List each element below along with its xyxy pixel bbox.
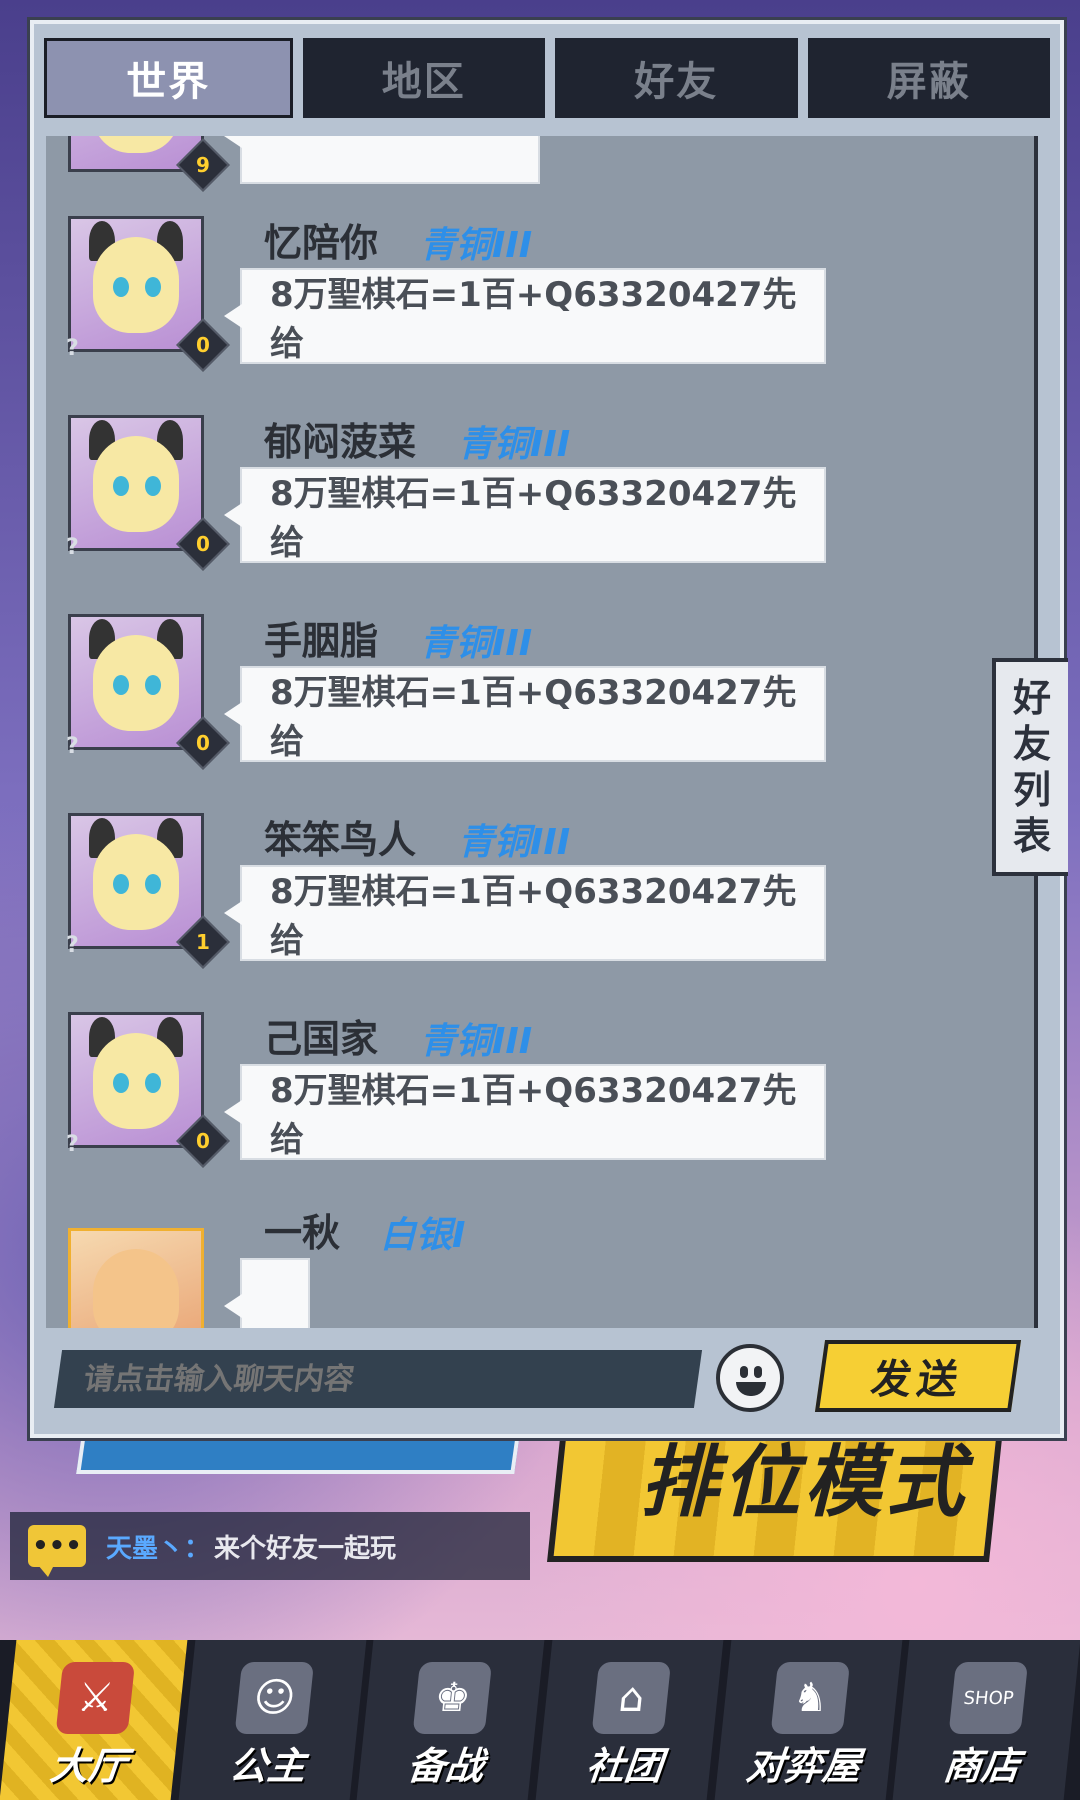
club-house-icon: ⌂ bbox=[591, 1662, 672, 1734]
world-broadcast[interactable]: ••• 天墨丶： 来个好友一起玩 bbox=[10, 1512, 530, 1580]
sender-rank: 青铜III bbox=[420, 623, 533, 664]
nav-prepare[interactable]: ♚ 备战 bbox=[356, 1640, 545, 1800]
broadcast-message: 来个好友一起玩 bbox=[214, 1533, 397, 1564]
princess-icon: ☺ bbox=[234, 1662, 315, 1734]
chat-message: ? 1 笨笨鸟人 青铜III 8万聖棋石=1百+Q63320427先给 bbox=[46, 813, 1034, 993]
sender-rank: 青铜III bbox=[458, 424, 571, 465]
chat-message-list[interactable]: 9 ? 0 忆陪你 青铜III 8万聖棋石=1百+Q63320427先给 ? 0… bbox=[46, 136, 1038, 1328]
nav-match-room[interactable]: ♞ 对弈屋 bbox=[714, 1640, 902, 1800]
nav-club[interactable]: ⌂ 社团 bbox=[535, 1640, 724, 1800]
chat-panel: 世界 地区 好友 屏蔽 9 ? 0 忆陪你 青铜III 8万聖棋石=1百+Q63… bbox=[30, 20, 1068, 1438]
question-mark-icon: ? bbox=[66, 1132, 79, 1157]
sender-name: 手胭脂 bbox=[264, 619, 379, 663]
chat-message: ? 0 忆陪你 青铜III 8万聖棋石=1百+Q63320427先给 bbox=[46, 216, 1034, 396]
sender-name: 郁闷菠菜 bbox=[264, 420, 417, 464]
nav-label: 对弈屋 bbox=[743, 1744, 863, 1788]
sender-name: 笨笨鸟人 bbox=[264, 818, 417, 862]
chat-input[interactable] bbox=[53, 1350, 703, 1408]
message-bubble: 8万聖棋石=1百+Q63320427先给 bbox=[224, 467, 826, 563]
tab-friends[interactable]: 好友 bbox=[555, 38, 798, 118]
send-button[interactable]: 发送 bbox=[814, 1340, 1022, 1412]
sender-rank: 白银I bbox=[380, 1215, 466, 1256]
nav-princess[interactable]: ☺ 公主 bbox=[178, 1640, 366, 1800]
question-mark-icon: ? bbox=[66, 734, 79, 759]
nav-shop[interactable]: SHOP 商店 bbox=[892, 1640, 1080, 1800]
sender-name: 一秋 bbox=[264, 1211, 341, 1255]
friend-list-label-2: 友 bbox=[1012, 722, 1051, 766]
nav-label: 大厅 bbox=[48, 1744, 129, 1788]
nav-lobby[interactable]: ⚔ 大厅 bbox=[0, 1640, 188, 1800]
sender-name: 己国家 bbox=[264, 1017, 379, 1061]
question-mark-icon: ? bbox=[66, 535, 79, 560]
chat-message: ? 0 己国家 青铜III 8万聖棋石=1百+Q63320427先给 bbox=[46, 1012, 1034, 1192]
sender-rank: 青铜III bbox=[420, 1021, 533, 1062]
friend-list-label-1: 好 bbox=[1012, 676, 1051, 720]
nav-label: 社团 bbox=[584, 1744, 665, 1788]
chat-message: 一秋 白银I bbox=[46, 1211, 1034, 1328]
message-bubble: 8万聖棋石=1百+Q63320427先给 bbox=[224, 666, 826, 762]
nav-label: 公主 bbox=[226, 1744, 308, 1788]
nav-label: 商店 bbox=[941, 1744, 1023, 1788]
avatar[interactable] bbox=[68, 1012, 204, 1148]
message-bubble: 8万聖棋石=1百+Q63320427先给 bbox=[224, 865, 826, 961]
friend-list-tab[interactable]: 好 友 列 表 bbox=[992, 658, 1068, 876]
question-mark-icon: ? bbox=[66, 933, 79, 958]
avatar[interactable] bbox=[68, 813, 204, 949]
tab-world[interactable]: 世界 bbox=[44, 38, 293, 118]
avatar[interactable] bbox=[68, 1228, 204, 1328]
friend-list-label-3: 列 bbox=[1012, 768, 1051, 812]
chat-message: ? 0 手胭脂 青铜III 8万聖棋石=1百+Q63320427先给 bbox=[46, 614, 1034, 794]
chat-message: ? 0 郁闷菠菜 青铜III 8万聖棋石=1百+Q63320427先给 bbox=[46, 415, 1034, 595]
sender-rank: 青铜III bbox=[420, 225, 533, 266]
emoji-icon[interactable] bbox=[716, 1344, 784, 1412]
friend-list-label-4: 表 bbox=[1012, 814, 1051, 858]
crossed-swords-icon: ⚔ bbox=[55, 1662, 136, 1734]
chat-bubble-icon: ••• bbox=[28, 1525, 86, 1577]
tab-blocked[interactable]: 屏蔽 bbox=[807, 38, 1050, 118]
chat-input-bar: 发送 bbox=[44, 1334, 1050, 1424]
knight-crystal-icon: ♞ bbox=[770, 1662, 851, 1734]
avatar[interactable] bbox=[68, 614, 204, 750]
message-bubble bbox=[224, 1258, 310, 1328]
avatar[interactable] bbox=[68, 216, 204, 352]
chess-pieces-icon: ♚ bbox=[413, 1662, 493, 1734]
message-bubble: 8万聖棋石=1百+Q63320427先给 bbox=[224, 1064, 826, 1160]
message-bubble bbox=[224, 136, 540, 184]
chat-tabs: 世界 地区 好友 屏蔽 bbox=[44, 38, 1050, 118]
tab-region[interactable]: 地区 bbox=[302, 38, 545, 118]
message-bubble: 8万聖棋石=1百+Q63320427先给 bbox=[224, 268, 826, 364]
nav-label: 备战 bbox=[405, 1744, 487, 1788]
sender-name: 忆陪你 bbox=[264, 221, 379, 265]
sender-rank: 青铜III bbox=[458, 822, 571, 863]
question-mark-icon: ? bbox=[66, 336, 79, 361]
broadcast-sender: 天墨丶： bbox=[106, 1533, 211, 1564]
shop-icon: SHOP bbox=[949, 1662, 1029, 1734]
chat-message: 9 bbox=[46, 136, 1034, 216]
bottom-navigation: ⚔ 大厅 ☺ 公主 ♚ 备战 ⌂ 社团 ♞ 对弈屋 SHOP 商店 bbox=[0, 1640, 1080, 1800]
avatar[interactable] bbox=[68, 415, 204, 551]
